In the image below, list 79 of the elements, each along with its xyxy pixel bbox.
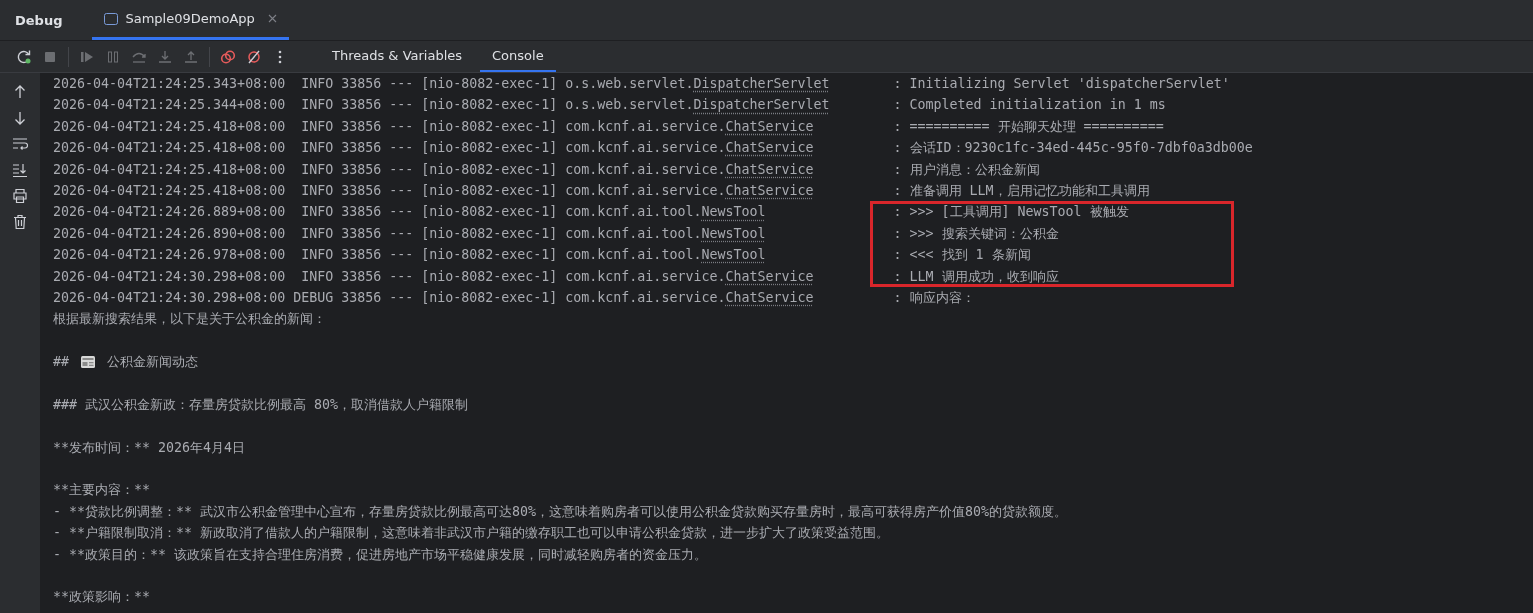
view-tab[interactable]: Console <box>480 41 556 72</box>
log-level: INFO <box>300 267 334 286</box>
log-level: INFO <box>300 203 334 222</box>
response-heading: 公积金新闻动态 <box>107 353 198 372</box>
response-line: - **政策目的：** 该政策旨在支持合理住房消费，促进房地产市场平稳健康发展，同时减轻购房者的资金压力。 <box>53 545 708 564</box>
log-process: 33856 --- [nio-8082-exec-1] <box>341 96 559 115</box>
log-message: : >>> 搜索关键词：公积金 <box>869 222 1234 245</box>
log-message: : <<< 找到 1 条新闻 <box>869 244 1234 266</box>
trash-icon[interactable] <box>12 214 28 230</box>
response-line: **发布时间：** 2026年4月4日 <box>53 438 246 457</box>
mute-icon[interactable] <box>246 48 262 65</box>
scroll-to-end-icon[interactable] <box>12 162 28 178</box>
newspaper-icon <box>81 355 95 368</box>
printer-icon[interactable] <box>12 188 28 204</box>
log-logger[interactable]: com.kcnf.ai.tool.NewsTool <box>565 201 870 223</box>
log-logger[interactable]: com.kcnf.ai.service.ChatService <box>565 115 870 138</box>
log-level: DEBUG <box>293 288 334 307</box>
log-message: : >>> [工具调用] NewsTool 被触发 <box>869 201 1234 223</box>
window-icon <box>104 12 119 25</box>
log-message: : 准备调用 LLM，启用记忆功能和工具调用 <box>892 181 1151 200</box>
log-timestamp: 2026-04-04T21:24:30.298+08:00 <box>53 288 287 307</box>
log-message: : 会话ID：9230c1fc-34ed-445c-95f0-7dbf0a3db00e <box>892 139 1253 158</box>
log-level: INFO <box>300 96 334 115</box>
log-timestamp: 2026-04-04T21:24:30.298+08:00 <box>53 267 287 286</box>
breakpoints-icon[interactable] <box>220 48 236 65</box>
log-timestamp: 2026-04-04T21:24:25.418+08:00 <box>53 117 287 136</box>
log-process: 33856 --- [nio-8082-exec-1] <box>341 181 559 200</box>
log-timestamp: 2026-04-04T21:24:25.343+08:00 <box>53 75 287 93</box>
log-logger[interactable]: com.kcnf.ai.service.ChatService <box>565 158 870 180</box>
log-timestamp: 2026-04-04T21:24:25.344+08:00 <box>53 96 287 115</box>
log-process: 33856 --- [nio-8082-exec-1] <box>341 75 559 93</box>
log-logger[interactable]: com.kcnf.ai.tool.NewsTool <box>565 222 870 245</box>
log-process: 33856 --- [nio-8082-exec-1] <box>341 267 559 286</box>
rerun-icon[interactable] <box>16 48 32 65</box>
response-line: - **户籍限制取消：** 新政取消了借款人的户籍限制，这意味着非武汉市户籍的缴存职工也可以申请公积金贷款，进一步扩大了政策受益范围。 <box>53 524 890 543</box>
log-process: 33856 --- [nio-8082-exec-1] <box>341 224 559 243</box>
log-timestamp: 2026-04-04T21:24:25.418+08:00 <box>53 139 287 158</box>
log-timestamp: 2026-04-04T21:24:25.418+08:00 <box>53 160 287 179</box>
log-logger[interactable]: com.kcnf.ai.tool.NewsTool <box>565 244 870 266</box>
log-process: 33856 --- [nio-8082-exec-1] <box>341 139 559 158</box>
log-level: INFO <box>300 160 334 179</box>
log-message: : 响应内容： <box>892 288 976 307</box>
log-timestamp: 2026-04-04T21:24:25.418+08:00 <box>53 181 287 200</box>
view-tab[interactable]: Threads & Variables <box>320 41 475 72</box>
response-line: 根据最新搜索结果，以下是关于公积金的新闻： <box>53 310 326 329</box>
log-logger[interactable]: com.kcnf.ai.service.ChatService <box>565 179 870 202</box>
log-process: 33856 --- [nio-8082-exec-1] <box>341 203 559 222</box>
log-logger[interactable]: com.kcnf.ai.service.ChatService <box>565 265 870 287</box>
log-message: : ========== 开始聊天处理 ========== <box>892 117 1165 136</box>
log-process: 33856 --- [nio-8082-exec-1] <box>341 246 559 265</box>
log-timestamp: 2026-04-04T21:24:26.978+08:00 <box>53 246 287 265</box>
log-logger[interactable]: com.kcnf.ai.service.ChatService <box>565 137 870 159</box>
log-level: INFO <box>300 117 334 136</box>
log-level: INFO <box>300 181 334 200</box>
log-message: : Initializing Servlet 'dispatcherServlet' <box>892 75 1231 93</box>
log-message: : 用户消息：公积金新闻 <box>892 160 1041 179</box>
log-timestamp: 2026-04-04T21:24:26.889+08:00 <box>53 203 287 222</box>
close-icon[interactable] <box>267 14 277 23</box>
response-line: **主要内容：** <box>53 481 151 500</box>
heading-marker: ## <box>53 353 69 372</box>
log-level: INFO <box>300 246 334 265</box>
log-process: 33856 --- [nio-8082-exec-1] <box>341 160 559 179</box>
soft-wrap-icon[interactable] <box>12 136 28 152</box>
log-level: INFO <box>300 139 334 158</box>
log-level: INFO <box>300 75 334 93</box>
log-logger[interactable]: o.s.web.servlet.DispatcherServlet <box>565 94 870 116</box>
down-arrow-icon[interactable] <box>12 110 28 126</box>
response-line: - **贷款比例调整：** 武汉市公积金管理中心宣布，存量房贷款比例最高可达80%，这意味着购房者可以使用公积金贷款购买存量房时，最高可获得房产价值80%的贷款额度。 <box>53 502 1068 521</box>
log-process: 33856 --- [nio-8082-exec-1] <box>341 117 559 136</box>
panel-title: Debug <box>15 12 63 28</box>
log-timestamp: 2026-04-04T21:24:26.890+08:00 <box>53 224 287 243</box>
response-line: ### 武汉公积金新政：存量房贷款比例最高 80%，取消借款人户籍限制 <box>53 395 469 414</box>
log-process: 33856 --- [nio-8082-exec-1] <box>341 288 559 307</box>
log-logger[interactable]: o.s.web.servlet.DispatcherServlet <box>565 73 870 95</box>
log-message: : Completed initialization in 1 ms <box>892 96 1167 115</box>
log-message: : LLM 调用成功，收到响应 <box>869 265 1234 287</box>
log-logger[interactable]: com.kcnf.ai.service.ChatService <box>565 286 870 309</box>
response-line: **政策影响：** <box>53 588 151 607</box>
log-level: INFO <box>300 224 334 243</box>
